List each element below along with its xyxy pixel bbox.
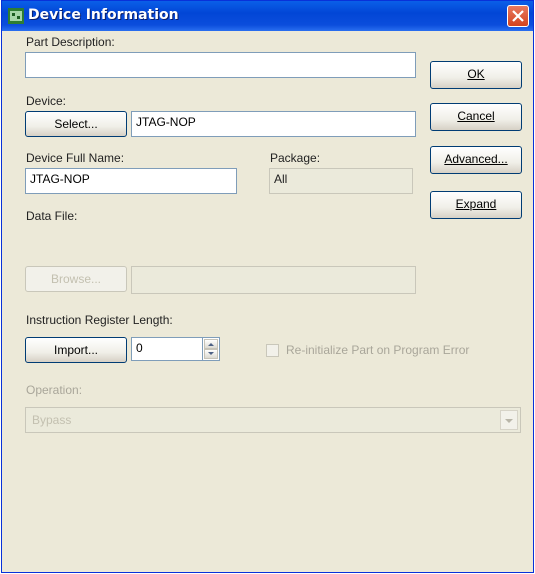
cancel-button[interactable]: Cancel [430,103,522,131]
operation-label: Operation: [26,383,83,397]
chevron-down-icon [505,419,513,423]
dialog-body: Part Description: Device: Select... JTAG… [2,31,533,572]
part-description-field[interactable] [25,52,416,78]
package-field[interactable]: All [269,168,413,194]
operation-select[interactable]: Bypass [25,407,521,433]
instruction-register-length-field[interactable]: 0 [131,337,204,361]
device-information-dialog: Device Information Part Description: Dev… [1,0,534,573]
select-device-button[interactable]: Select... [25,111,127,137]
down-arrow-icon [208,352,214,355]
advanced-label: Advanced... [444,152,508,166]
title-bar[interactable]: Device Information [2,1,533,31]
browse-button[interactable]: Browse... [25,266,127,292]
app-icon [8,8,24,24]
part-description-label: Part Description: [26,35,115,49]
expand-button[interactable]: Expand [430,191,522,219]
advanced-button[interactable]: Advanced... [430,146,522,174]
device-field[interactable]: JTAG-NOP [131,111,416,137]
data-file-label: Data File: [26,209,78,223]
reinitialize-checkbox[interactable] [266,344,279,357]
instruction-register-label: Instruction Register Length: [26,313,173,327]
device-full-name-field[interactable]: JTAG-NOP [25,168,237,194]
ok-button[interactable]: OK [430,61,522,89]
instruction-register-spinner[interactable] [202,337,220,361]
ok-label: OK [467,67,485,81]
spin-down-button[interactable] [204,349,218,359]
window-title: Device Information [28,7,179,23]
close-button[interactable] [507,5,529,27]
up-arrow-icon [208,343,214,346]
expand-label: Expand [455,197,497,211]
close-icon [512,10,524,22]
import-button[interactable]: Import... [25,337,127,363]
device-label: Device: [26,94,67,108]
package-label: Package: [270,151,321,165]
device-full-name-label: Device Full Name: [26,151,125,165]
spin-up-button[interactable] [204,339,218,349]
data-file-field[interactable] [131,266,416,294]
reinitialize-label: Re-initialize Part on Program Error [286,343,470,357]
operation-dropdown-button[interactable] [500,410,518,430]
cancel-label: Cancel [457,109,495,123]
operation-value: Bypass [32,413,72,427]
